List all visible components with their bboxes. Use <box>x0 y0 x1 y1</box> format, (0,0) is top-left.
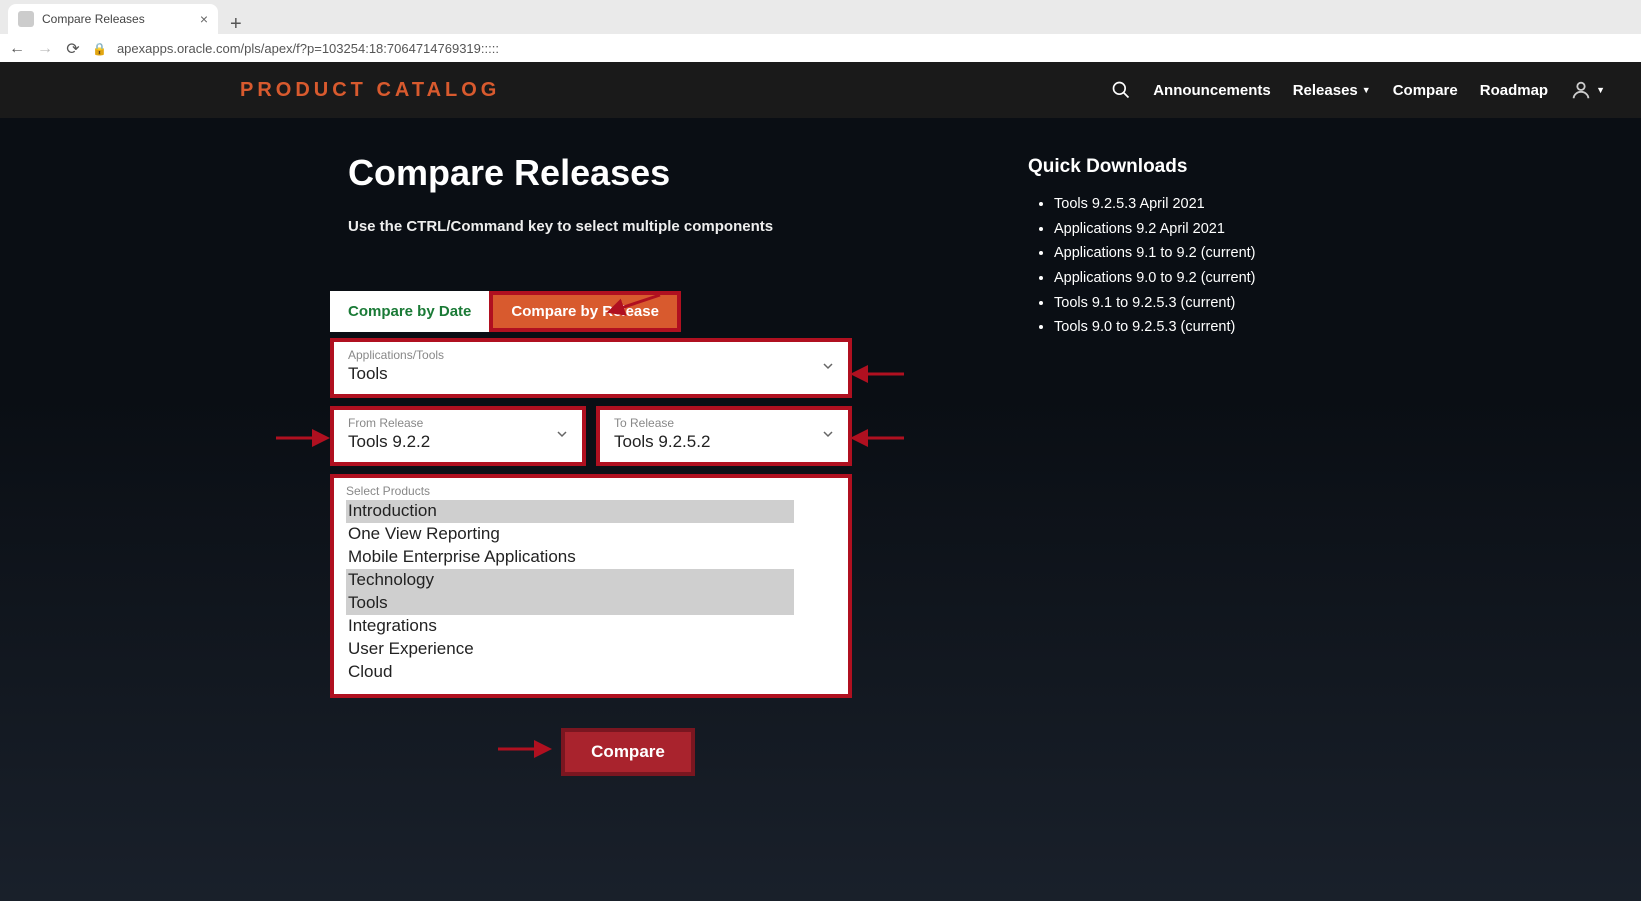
list-item: Applications 9.0 to 9.2 (current) <box>1054 266 1348 291</box>
compare-mode-tabs: Compare by Date Compare by Release <box>330 291 908 332</box>
product-option[interactable]: Technology <box>346 569 794 592</box>
list-item: Applications 9.1 to 9.2 (current) <box>1054 241 1348 266</box>
product-option[interactable]: Mobile Enterprise Applications <box>346 546 844 569</box>
user-icon <box>1570 79 1592 101</box>
from-release-select[interactable]: From Release Tools 9.2.2 <box>330 406 586 466</box>
download-link[interactable]: Tools 9.0 to 9.2.5.3 (current) <box>1054 319 1235 335</box>
field-label: Applications/Tools <box>348 348 834 362</box>
product-option[interactable]: Cloud <box>346 661 844 684</box>
chevron-down-icon <box>822 427 834 445</box>
close-tab-icon[interactable]: × <box>200 11 208 27</box>
site-header: PRODUCT CATALOG Announcements Releases ▼… <box>0 62 1641 118</box>
page-subtext: Use the CTRL/Command key to select multi… <box>348 218 908 235</box>
tab-title: Compare Releases <box>42 12 192 26</box>
download-link[interactable]: Tools 9.2.5.3 April 2021 <box>1054 196 1205 212</box>
list-item: Tools 9.0 to 9.2.5.3 (current) <box>1054 315 1348 340</box>
reload-button[interactable]: ⟳ <box>64 39 82 59</box>
field-value: Tools <box>348 364 834 384</box>
tab-compare-by-date[interactable]: Compare by Date <box>330 291 489 332</box>
list-item: Applications 9.2 April 2021 <box>1054 217 1348 242</box>
chevron-down-icon <box>822 359 834 377</box>
product-option[interactable]: Tools <box>346 592 794 615</box>
field-label: From Release <box>348 416 568 430</box>
field-label: To Release <box>614 416 834 430</box>
download-link[interactable]: Applications 9.2 April 2021 <box>1054 221 1225 237</box>
browser-tab[interactable]: Compare Releases × <box>8 4 218 34</box>
list-item: Tools 9.2.5.3 April 2021 <box>1054 192 1348 217</box>
browser-chrome: Compare Releases × + ← → ⟳ 🔒 apexapps.or… <box>0 0 1641 62</box>
quick-downloads-list: Tools 9.2.5.3 April 2021 Applications 9.2… <box>1028 192 1348 340</box>
field-value: Tools 9.2.5.2 <box>614 432 834 452</box>
address-bar[interactable]: apexapps.oracle.com/pls/apex/f?p=103254:… <box>117 41 1633 56</box>
nav-announcements[interactable]: Announcements <box>1153 82 1271 99</box>
chevron-down-icon: ▼ <box>1362 85 1371 95</box>
list-item: Tools 9.1 to 9.2.5.3 (current) <box>1054 291 1348 316</box>
nav-releases[interactable]: Releases ▼ <box>1293 82 1371 99</box>
select-products-listbox[interactable]: Select Products IntroductionOne View Rep… <box>330 474 852 698</box>
back-button[interactable]: ← <box>8 40 26 58</box>
field-label: Select Products <box>346 484 844 498</box>
download-link[interactable]: Tools 9.1 to 9.2.5.3 (current) <box>1054 295 1235 311</box>
applications-tools-select[interactable]: Applications/Tools Tools <box>330 338 852 398</box>
forward-button[interactable]: → <box>36 40 54 58</box>
product-option[interactable]: Integrations <box>346 615 844 638</box>
new-tab-button[interactable]: + <box>222 14 250 34</box>
download-link[interactable]: Applications 9.0 to 9.2 (current) <box>1054 270 1256 286</box>
product-option[interactable]: Introduction <box>346 500 794 523</box>
user-menu[interactable]: ▼ <box>1570 79 1605 101</box>
product-option[interactable]: One View Reporting <box>346 523 844 546</box>
brand-logo[interactable]: PRODUCT CATALOG <box>240 79 500 102</box>
search-icon[interactable] <box>1111 80 1131 100</box>
scrollbar[interactable] <box>834 480 846 692</box>
favicon <box>18 11 34 27</box>
chevron-down-icon <box>556 427 568 445</box>
product-option[interactable]: User Experience <box>346 638 844 661</box>
compare-button[interactable]: Compare <box>561 728 695 776</box>
nav-roadmap[interactable]: Roadmap <box>1480 82 1548 99</box>
to-release-select[interactable]: To Release Tools 9.2.5.2 <box>596 406 852 466</box>
chevron-down-icon: ▼ <box>1596 85 1605 95</box>
quick-downloads-heading: Quick Downloads <box>1028 156 1348 178</box>
nav-releases-label: Releases <box>1293 82 1358 99</box>
download-link[interactable]: Applications 9.1 to 9.2 (current) <box>1054 245 1256 261</box>
lock-icon: 🔒 <box>92 42 107 56</box>
page-title: Compare Releases <box>348 152 908 194</box>
nav-compare[interactable]: Compare <box>1393 82 1458 99</box>
tab-compare-by-release[interactable]: Compare by Release <box>489 291 681 332</box>
field-value: Tools 9.2.2 <box>348 432 568 452</box>
